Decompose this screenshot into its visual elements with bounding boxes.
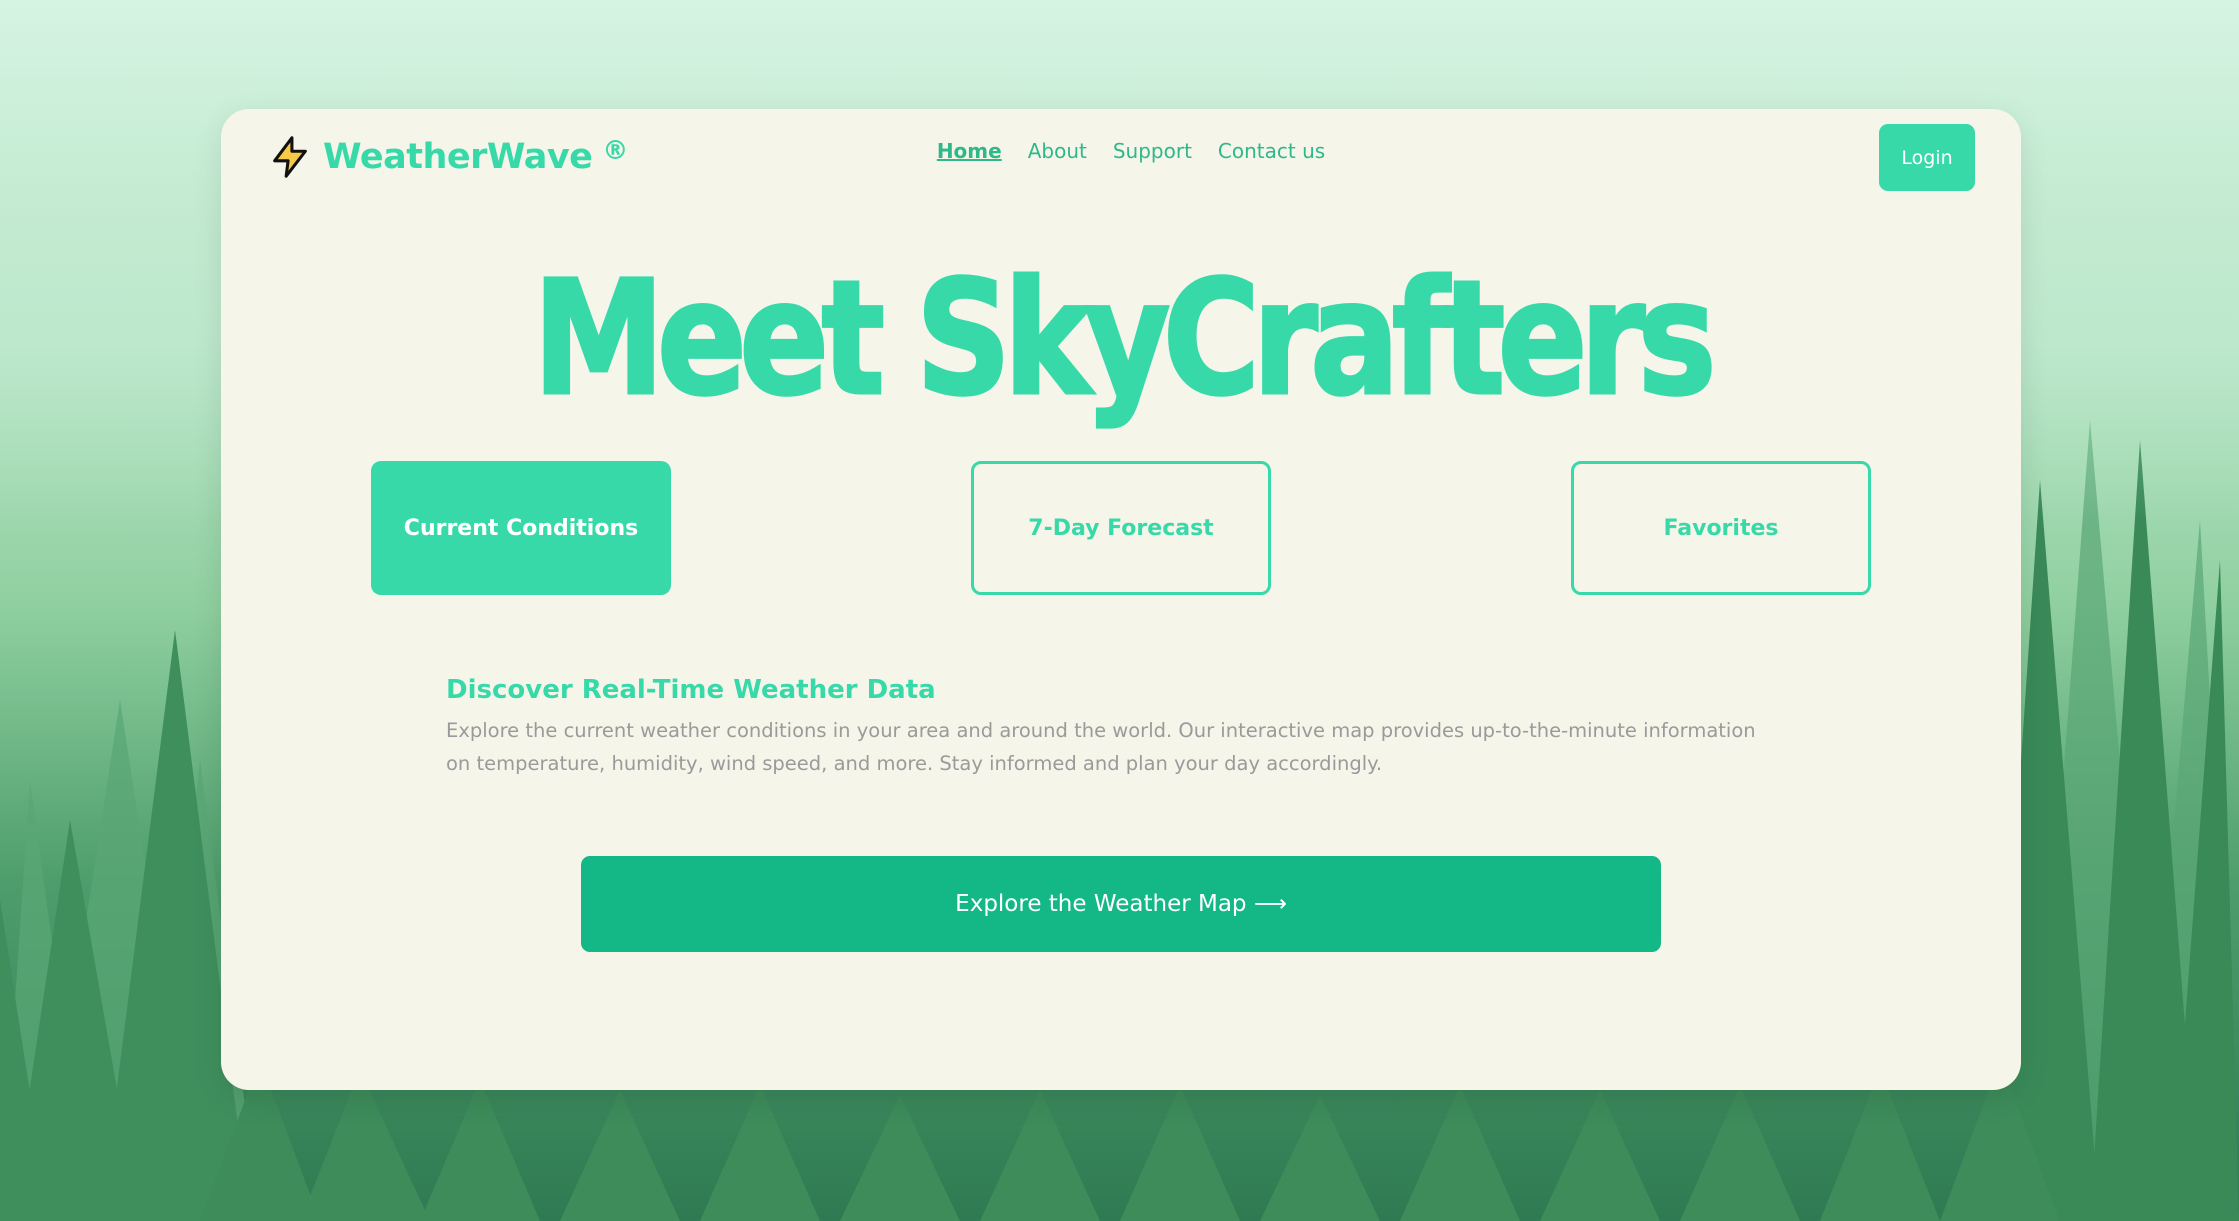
section-description: Explore the current weather conditions i… (446, 719, 1756, 775)
nav-home[interactable]: Home (937, 139, 1002, 163)
nav-contact[interactable]: Contact us (1218, 139, 1325, 163)
tab-current-conditions[interactable]: Current Conditions (371, 461, 671, 595)
login-button[interactable]: Login (1879, 124, 1975, 191)
section-title: Discover Real-Time Weather Data (446, 675, 936, 705)
tab-7-day-forecast[interactable]: 7-Day Forecast (971, 461, 1271, 595)
tab-favorites[interactable]: Favorites (1571, 461, 1871, 595)
main-nav: Home About Support Contact us (221, 139, 2021, 163)
hero-title: Meet SkyCrafters (532, 246, 1718, 433)
main-card: WeatherWave ® Home About Support Contact… (221, 109, 2021, 1090)
nav-support[interactable]: Support (1113, 139, 1192, 163)
explore-weather-map-button[interactable]: Explore the Weather Map ⟶ (581, 856, 1661, 952)
nav-about[interactable]: About (1028, 139, 1087, 163)
